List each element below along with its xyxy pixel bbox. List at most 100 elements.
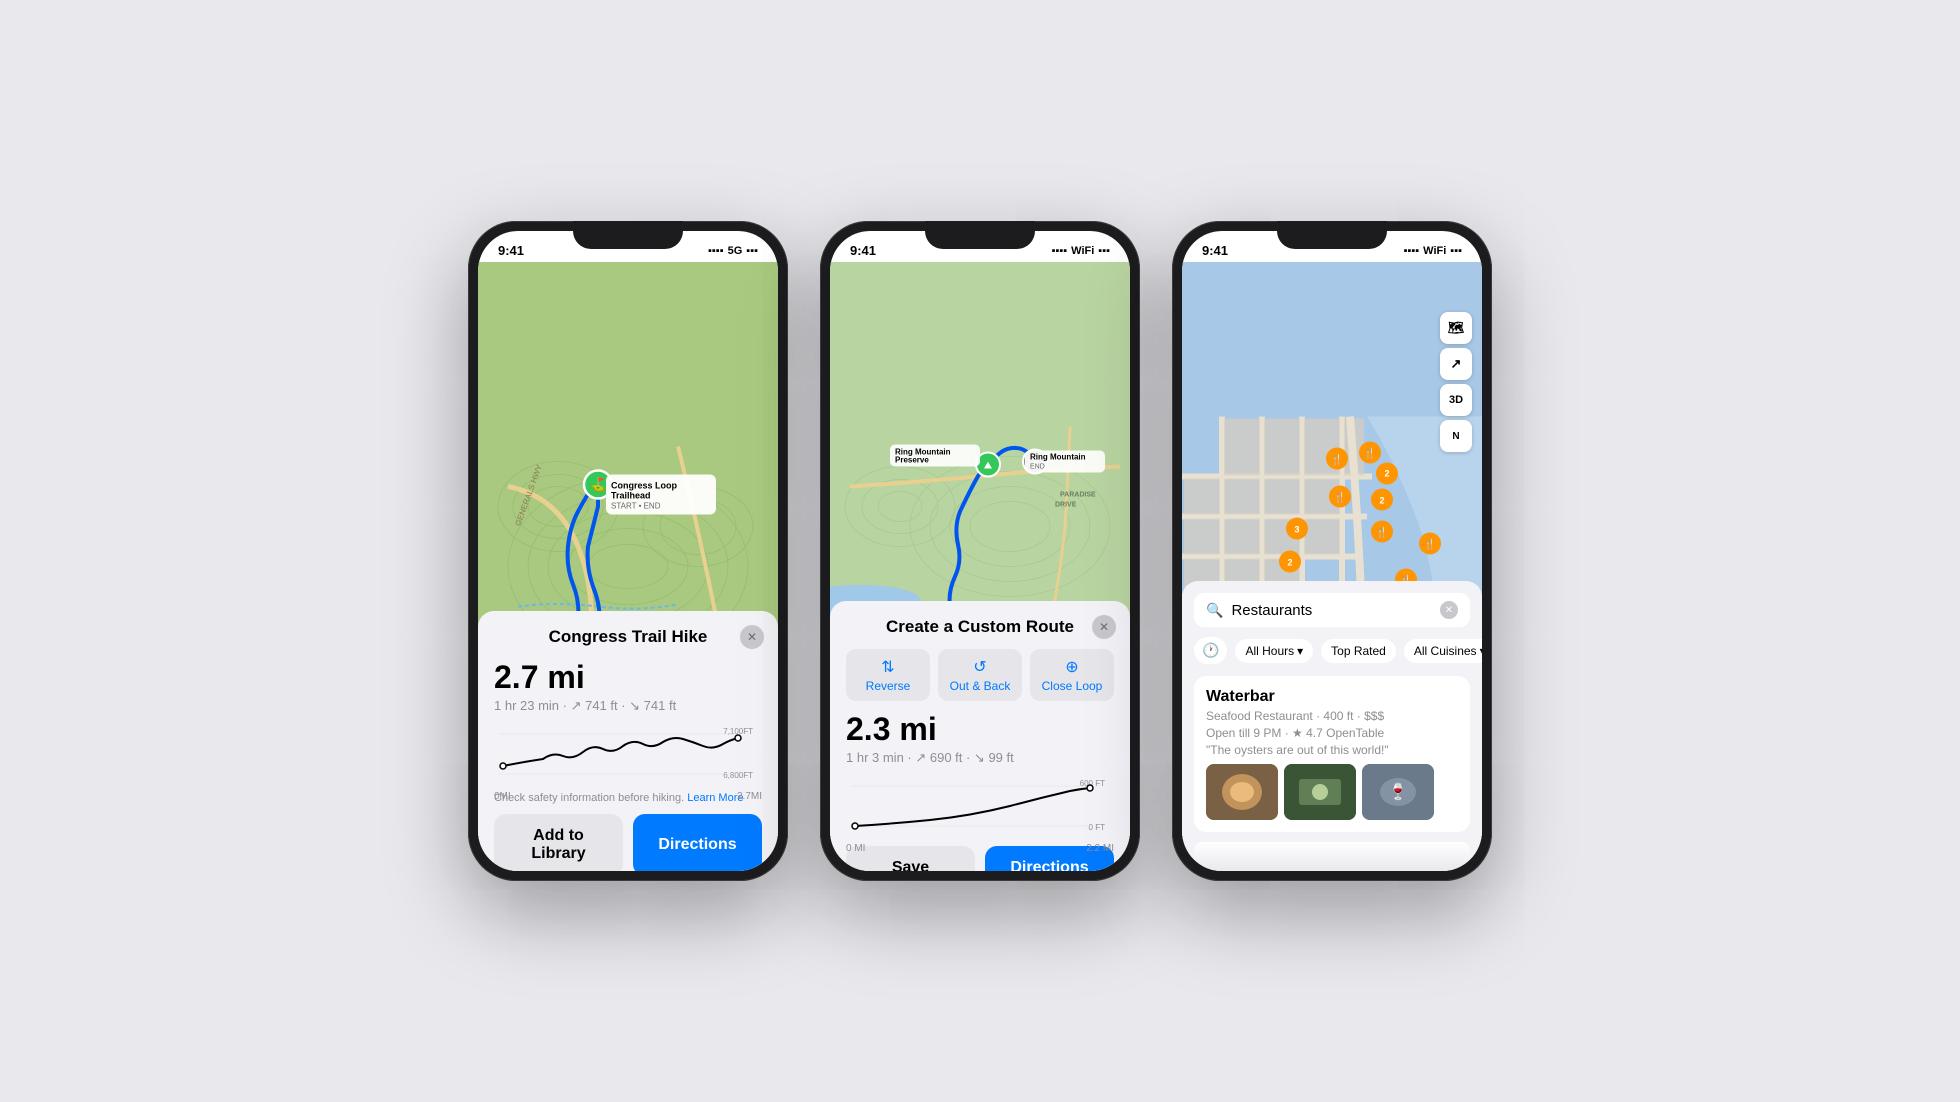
- battery-icon-3: ▪▪▪: [1450, 245, 1462, 257]
- svg-text:🍴: 🍴: [1331, 453, 1343, 466]
- svg-text:Trailhead: Trailhead: [611, 491, 651, 501]
- svg-text:2: 2: [1379, 496, 1384, 506]
- chart-labels-2: 0 MI 2.2 MI: [846, 843, 1114, 854]
- place-name: Waterbar: [1206, 688, 1458, 706]
- elevation-chart-2: 600 FT 0 FT 0 MI 2.2 MI: [846, 776, 1114, 836]
- signal-icon-3: ▪▪▪▪: [1404, 245, 1420, 257]
- svg-text:🍴: 🍴: [1334, 491, 1346, 504]
- route-stats: 1 hr 3 min · ↗ 690 ft · ↘ 99 ft: [846, 750, 1114, 766]
- network-type-1: 5G: [728, 245, 743, 257]
- battery-icon-1: ▪▪▪: [746, 245, 758, 257]
- 3d-button[interactable]: 3D: [1440, 384, 1472, 416]
- search-bar[interactable]: 🔍 ✕: [1194, 593, 1470, 627]
- out-back-label: Out & Back: [950, 679, 1011, 693]
- signal-icon-1: ▪▪▪▪: [708, 245, 724, 257]
- place-type: Seafood Restaurant · 400 ft · $$$ Open t…: [1206, 708, 1458, 758]
- map-area-2[interactable]: ← 📍 ▲ ⛰ Ring Mountain Preserve: [830, 262, 1130, 871]
- svg-text:⛳: ⛳: [589, 477, 606, 494]
- trail-stats: 1 hr 23 min · ↗ 741 ft · ↘ 741 ft: [494, 698, 762, 714]
- status-icons-3: ▪▪▪▪ WiFi ▪▪▪: [1404, 245, 1462, 257]
- svg-text:Preserve: Preserve: [895, 456, 929, 465]
- status-icons-2: ▪▪▪▪ WiFi ▪▪▪: [1052, 245, 1110, 257]
- add-to-library-button[interactable]: Add to Library: [494, 814, 623, 871]
- wifi-icon-3: WiFi: [1423, 245, 1446, 257]
- top-rated-filter[interactable]: Top Rated: [1321, 639, 1396, 663]
- close-loop-label: Close Loop: [1042, 679, 1103, 693]
- place-category: Seafood Restaurant · 400 ft · $$$: [1206, 709, 1384, 723]
- svg-text:END: END: [1030, 464, 1045, 471]
- signal-icon-2: ▪▪▪▪: [1052, 245, 1068, 257]
- route-sheet: Create a Custom Route ✕ ⇅ Reverse ↺ Out …: [830, 601, 1130, 871]
- svg-text:🍷: 🍷: [1388, 782, 1408, 801]
- hours-chevron: ▾: [1297, 644, 1303, 658]
- svg-text:2: 2: [1384, 469, 1389, 479]
- map-controls: 🗺 ↗ 3D N: [1440, 312, 1472, 452]
- out-back-option[interactable]: ↺ Out & Back: [938, 649, 1022, 701]
- trail-title: Congress Trail Hike: [494, 627, 762, 647]
- trail-close-button[interactable]: ✕: [740, 625, 764, 649]
- top-rated-label: Top Rated: [1331, 644, 1386, 658]
- elevation-chart-1: 7,100FT 6,800FT 0MI 2.7MI: [494, 724, 762, 784]
- map-area-3[interactable]: 🍴 🍴 2 🍴 2: [1182, 262, 1482, 871]
- svg-text:🍴: 🍴: [1376, 526, 1388, 539]
- compass-button[interactable]: N: [1440, 420, 1472, 452]
- chart-x-left-1: 0MI: [494, 791, 511, 802]
- location-button[interactable]: ↗: [1440, 348, 1472, 380]
- route-close-button[interactable]: ✕: [1092, 615, 1116, 639]
- out-back-icon: ↺: [942, 657, 1018, 677]
- search-input[interactable]: [1231, 602, 1432, 619]
- phones-container: 9:41 ▪▪▪▪ 5G ▪▪▪: [428, 181, 1532, 921]
- chart-x-right-1: 2.7MI: [737, 791, 762, 802]
- directions-button-1[interactable]: Directions: [633, 814, 762, 871]
- svg-text:2: 2: [1287, 558, 1292, 568]
- place-status: Open till 9 PM · ★ 4.7 OpenTable: [1206, 726, 1384, 740]
- place-photo-3: 🍷: [1362, 764, 1434, 820]
- svg-text:Congress Loop: Congress Loop: [611, 481, 678, 491]
- chart-x-right-2: 2.2 MI: [1086, 843, 1114, 854]
- cuisines-chevron: ▾: [1480, 644, 1482, 658]
- schedule-icon-btn: 🕐: [1194, 637, 1227, 664]
- search-icon: 🔍: [1206, 602, 1223, 619]
- cuisines-label: All Cuisines: [1414, 644, 1477, 658]
- place-photo-1: [1206, 764, 1278, 820]
- chart-svg-2: 600 FT 0 FT: [846, 776, 1114, 836]
- map-area-1[interactable]: ⛳ Congress Loop Trailhead START • END GE…: [478, 262, 778, 871]
- close-loop-option[interactable]: ⊕ Close Loop: [1030, 649, 1114, 701]
- svg-text:Ring Mountain: Ring Mountain: [1030, 453, 1086, 462]
- reverse-option[interactable]: ⇅ Reverse: [846, 649, 930, 701]
- filter-row: 🕐 All Hours ▾ Top Rated All Cuisines ▾: [1194, 637, 1470, 664]
- close-loop-icon: ⊕: [1034, 657, 1110, 677]
- svg-text:START • END: START • END: [611, 502, 661, 511]
- food-photo-1: [1206, 764, 1278, 820]
- svg-text:⛰: ⛰: [984, 461, 993, 472]
- trail-sheet: Congress Trail Hike ✕ 2.7 mi 1 hr 23 min…: [478, 611, 778, 871]
- wifi-icon-2: WiFi: [1071, 245, 1094, 257]
- cuisines-filter[interactable]: All Cuisines ▾: [1404, 639, 1482, 663]
- 3d-label: 3D: [1449, 394, 1463, 406]
- phone-2: 9:41 ▪▪▪▪ WiFi ▪▪▪: [820, 221, 1140, 881]
- chart-x-left-2: 0 MI: [846, 843, 865, 854]
- svg-text:6,800FT: 6,800FT: [723, 771, 753, 780]
- compass-icon: N: [1452, 431, 1459, 442]
- status-time-3: 9:41: [1202, 243, 1228, 258]
- svg-text:0 FT: 0 FT: [1089, 823, 1106, 832]
- map-layers-button[interactable]: 🗺: [1440, 312, 1472, 344]
- hours-label: All Hours: [1245, 644, 1294, 658]
- hours-filter[interactable]: All Hours ▾: [1235, 639, 1313, 663]
- svg-text:🍴: 🍴: [1364, 447, 1376, 460]
- svg-text:3: 3: [1294, 525, 1299, 535]
- chart-svg-1: 7,100FT 6,800FT: [494, 724, 762, 784]
- phone-3: 9:41 ▪▪▪▪ WiFi ▪▪▪: [1172, 221, 1492, 881]
- status-time-2: 9:41: [850, 243, 876, 258]
- phone-notch-2: [925, 221, 1035, 249]
- route-distance: 2.3 mi: [846, 711, 1114, 748]
- clear-search-button[interactable]: ✕: [1440, 601, 1458, 619]
- place-card-waterbar[interactable]: Waterbar Seafood Restaurant · 400 ft · $…: [1194, 676, 1470, 832]
- food-photo-2: [1284, 764, 1356, 820]
- status-time-1: 9:41: [498, 243, 524, 258]
- place-photos: 🍷: [1206, 764, 1458, 820]
- reverse-label: Reverse: [866, 679, 911, 693]
- route-options: ⇅ Reverse ↺ Out & Back ⊕ Close Loop: [846, 649, 1114, 701]
- place-photo-2: [1284, 764, 1356, 820]
- phone-notch-1: [573, 221, 683, 249]
